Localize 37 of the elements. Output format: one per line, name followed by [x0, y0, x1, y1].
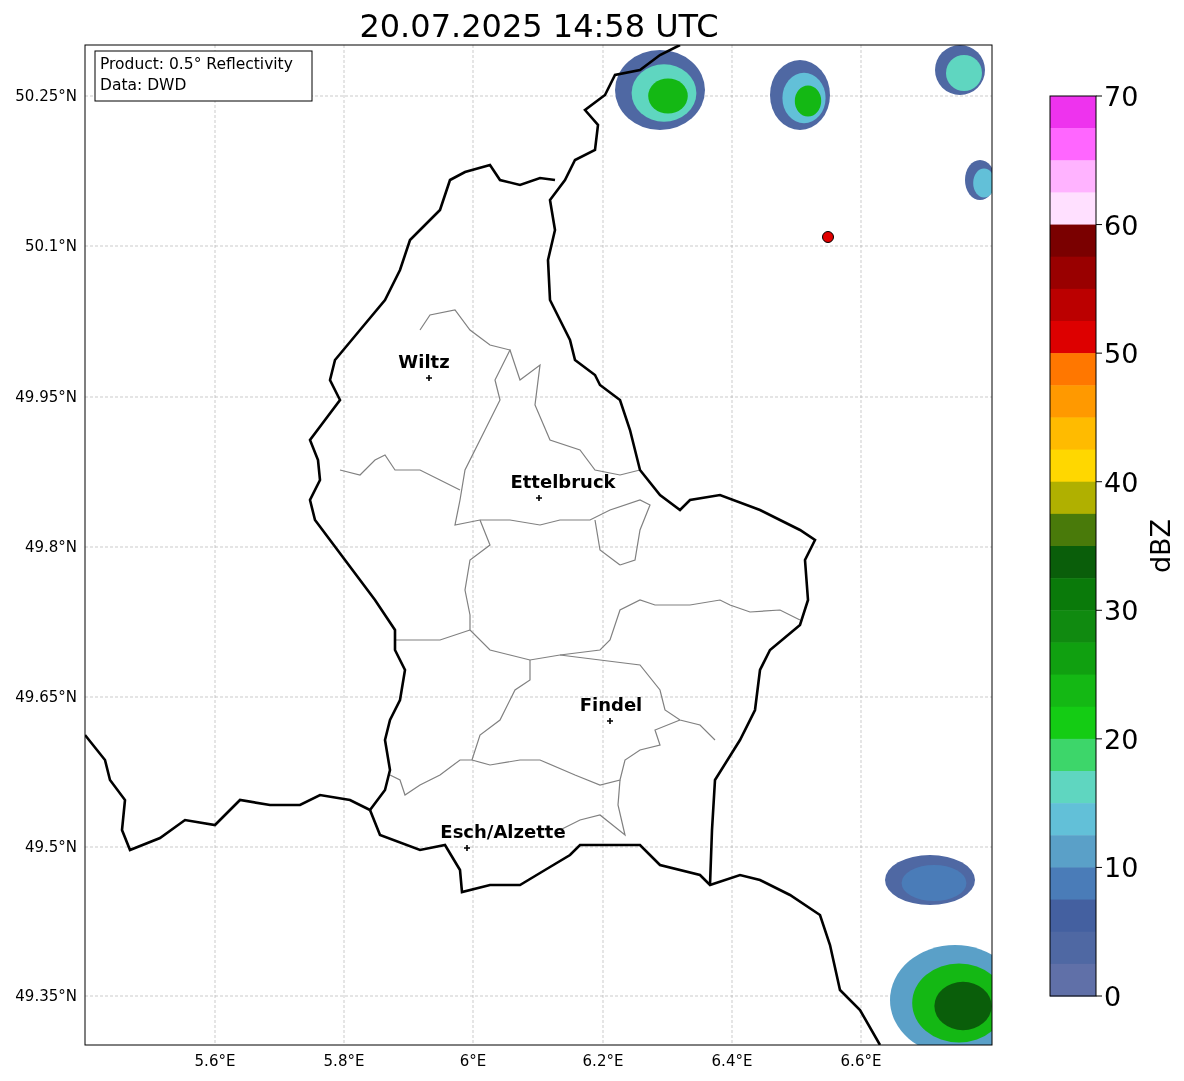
colorbar-tick-label: 70: [1104, 81, 1139, 112]
radar-echo-drawing: [965, 160, 992, 200]
latitude-label: 50.25°N: [15, 87, 77, 105]
radar-echo-drawing: [770, 60, 830, 130]
city-label: Ettelbruck: [510, 471, 616, 492]
chart-title: 20.07.2025 14:58 UTC: [359, 7, 719, 45]
info-text: Product: 0.5° Reflectivity: [100, 55, 293, 73]
latitude-label: 49.95°N: [15, 388, 77, 406]
city-marker: [463, 844, 471, 852]
city-label: Findel: [579, 694, 643, 715]
info-text: Data: DWD: [100, 76, 187, 94]
city-marker: [425, 374, 433, 382]
radar-echo-drawing: [935, 45, 985, 95]
colorbar-tick-label: 0: [1104, 981, 1122, 1012]
city-label: Wiltz: [398, 351, 450, 372]
longitude-label: 5.8°E: [323, 1052, 365, 1070]
latitude-label: 49.65°N: [15, 688, 77, 706]
longitude-label: 6.4°E: [711, 1052, 753, 1070]
colorbar-tick-label: 20: [1104, 723, 1139, 755]
city-marker: [535, 494, 543, 502]
city-label: Esch/Alzette: [440, 821, 566, 842]
latitude-label: 49.35°N: [15, 987, 77, 1005]
longitude-label: 6°E: [459, 1052, 487, 1070]
colorbar-tick-label: 10: [1104, 852, 1139, 884]
radar-site-marker: [822, 231, 834, 243]
longitude-label: 6.2°E: [582, 1052, 624, 1070]
latitude-label: 49.5°N: [24, 838, 77, 856]
colorbar-label: dBZ: [1145, 518, 1176, 574]
longitude-label: 6.6°E: [840, 1052, 882, 1070]
city-marker: [606, 717, 614, 725]
colorbar-tick-label: 30: [1104, 595, 1139, 627]
colorbar-tick-label: 40: [1104, 466, 1139, 498]
latitude-label: 50.1°N: [24, 237, 77, 255]
colorbar-tick-label: 60: [1104, 209, 1139, 241]
longitude-label: 5.6°E: [194, 1052, 236, 1070]
colorbar-tick-label: 50: [1104, 338, 1139, 370]
latitude-label: 49.8°N: [24, 538, 77, 556]
